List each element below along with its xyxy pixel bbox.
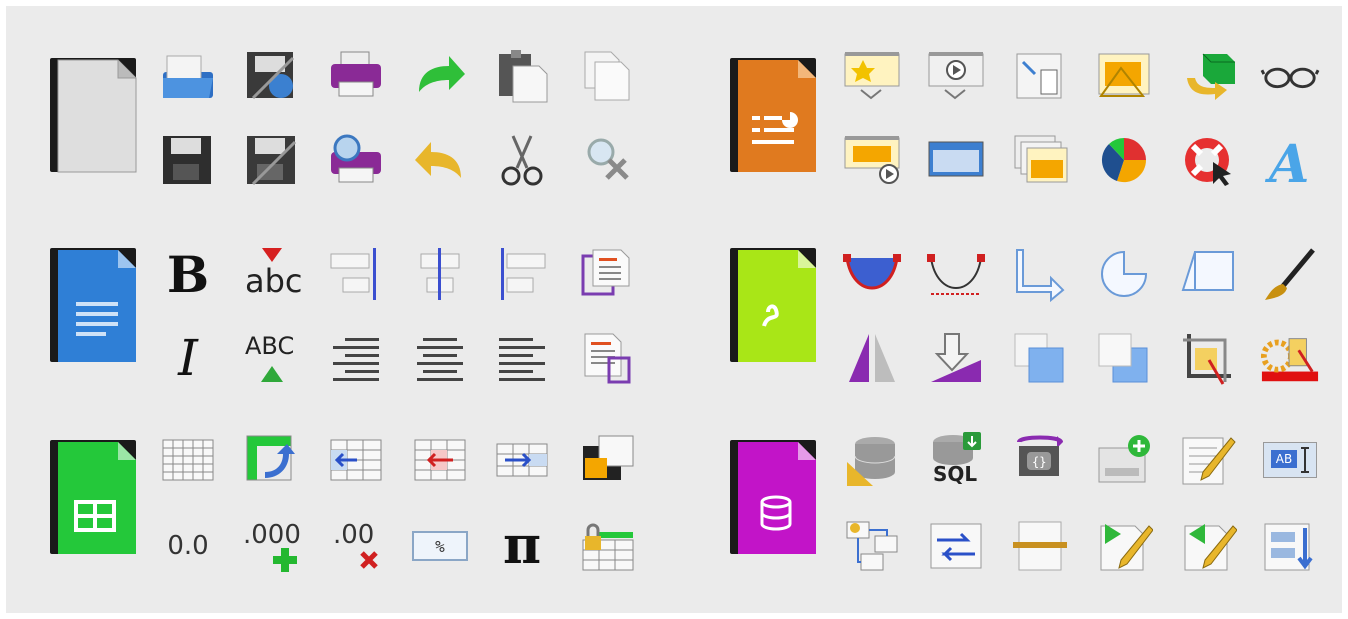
3d-object-icon[interactable]: [1178, 48, 1238, 104]
svg-text:{}: {}: [1032, 455, 1046, 469]
insert-cells-left-icon[interactable]: [326, 432, 386, 488]
glasses-icon[interactable]: [1260, 48, 1320, 104]
paintbrush-icon[interactable]: [1260, 246, 1320, 302]
pi-icon[interactable]: π: [492, 518, 552, 574]
export-icon[interactable]: [242, 48, 302, 104]
open-icon[interactable]: [158, 48, 218, 104]
text-frame-link-icon[interactable]: [578, 330, 638, 386]
page-break-icon[interactable]: [1010, 518, 1070, 574]
slide-layout-icon[interactable]: [926, 132, 986, 188]
align-text-left-icon[interactable]: [492, 330, 552, 386]
find-replace-icon[interactable]: [578, 132, 638, 188]
previous-record-icon[interactable]: [1178, 518, 1238, 574]
fontwork-icon[interactable]: A: [1260, 132, 1320, 188]
transpose-icon[interactable]: [242, 432, 302, 488]
bezier-curve-icon[interactable]: [926, 246, 986, 302]
bring-forward-icon[interactable]: [1010, 330, 1070, 386]
bezier-fill-icon[interactable]: [842, 246, 902, 302]
align-left-objects-icon[interactable]: [492, 246, 552, 302]
protect-sheet-icon[interactable]: [578, 518, 638, 574]
pie-chart-icon[interactable]: [1094, 132, 1154, 188]
delete-cells-icon[interactable]: [410, 432, 470, 488]
data-exchange-icon[interactable]: [926, 518, 986, 574]
slides-icon[interactable]: [1010, 132, 1070, 188]
autocorrect-icon[interactable]: ABC: [242, 330, 302, 386]
cut-icon[interactable]: [492, 132, 552, 188]
freeze-panes-icon[interactable]: [578, 432, 638, 488]
align-center-objects-icon[interactable]: [410, 246, 470, 302]
save-as-icon[interactable]: [242, 132, 302, 188]
edit-form-icon[interactable]: [1178, 432, 1238, 488]
text-field-icon[interactable]: AB: [1260, 432, 1320, 488]
send-backward-icon[interactable]: [1094, 330, 1154, 386]
number-format-icon[interactable]: 0.0: [158, 518, 218, 574]
copy-icon[interactable]: [578, 48, 638, 104]
parallelogram-icon[interactable]: [1178, 246, 1238, 302]
bold-icon[interactable]: B: [158, 245, 218, 304]
paste-icon[interactable]: [492, 48, 552, 104]
flip-icon[interactable]: [842, 330, 902, 386]
libreoffice-impress-icon[interactable]: [728, 56, 820, 174]
circle-pie-icon[interactable]: [1094, 246, 1154, 302]
form-sort-icon[interactable]: [1260, 518, 1320, 574]
help-lifebuoy-icon[interactable]: [1178, 132, 1238, 188]
print-preview-icon[interactable]: [326, 132, 386, 188]
italic-icon[interactable]: I: [158, 329, 218, 387]
start-presentation-icon[interactable]: [926, 48, 986, 104]
spellcheck-icon[interactable]: abc: [242, 246, 303, 302]
libreoffice-calc-icon[interactable]: [48, 438, 140, 556]
sql-query-icon[interactable]: SQL: [926, 432, 986, 488]
next-record-icon[interactable]: [1094, 518, 1154, 574]
save-icon[interactable]: [158, 132, 218, 188]
percent-format-icon[interactable]: %: [410, 518, 470, 574]
insert-cells-right-icon[interactable]: [492, 432, 552, 488]
macro-run-icon[interactable]: {}: [1010, 432, 1070, 488]
align-text-right-icon[interactable]: [326, 330, 386, 386]
new-slide-icon[interactable]: [842, 48, 902, 104]
slide-design-icon[interactable]: [1094, 48, 1154, 104]
page-columns-icon[interactable]: [578, 246, 638, 302]
svg-text:A: A: [1264, 134, 1309, 188]
presentation-from-current-icon[interactable]: [842, 132, 902, 188]
insert-object-icon[interactable]: [1010, 48, 1070, 104]
align-right-objects-icon[interactable]: [326, 246, 386, 302]
libreoffice-document-icon[interactable]: [48, 56, 140, 174]
connector-arrow-icon[interactable]: [1010, 246, 1070, 302]
libreoffice-base-icon[interactable]: [728, 438, 820, 556]
crop-icon[interactable]: [1178, 330, 1238, 386]
relationships-icon[interactable]: [842, 518, 902, 574]
undo-icon[interactable]: [410, 132, 470, 188]
print-icon[interactable]: [326, 48, 386, 104]
add-decimal-icon[interactable]: .000: [242, 518, 302, 574]
database-design-icon[interactable]: [842, 432, 902, 488]
align-text-center-icon[interactable]: [410, 330, 470, 386]
libreoffice-draw-icon[interactable]: [728, 246, 820, 364]
icon-sheet: A B abc I ABC 0.0 .000 .00 % π SQL {} AB: [6, 6, 1342, 613]
gradient-icon[interactable]: [1260, 330, 1320, 386]
delete-decimal-icon[interactable]: .00: [326, 518, 386, 574]
spreadsheet-grid-icon[interactable]: [158, 432, 218, 488]
libreoffice-writer-icon[interactable]: [48, 246, 140, 364]
redo-icon[interactable]: [410, 48, 470, 104]
extrusion-icon[interactable]: [926, 330, 986, 386]
add-record-icon[interactable]: [1094, 432, 1154, 488]
